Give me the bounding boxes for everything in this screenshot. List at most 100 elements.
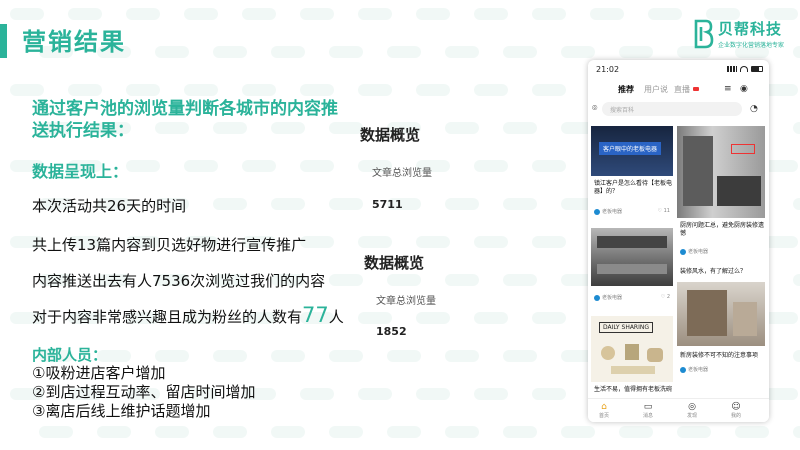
result-line-duration: 本次活动共26天的时间 (32, 197, 187, 215)
feed-card[interactable]: 新房装修不可不知的注意事项 老板电器 (677, 282, 765, 400)
watermark-tile (474, 8, 508, 20)
watermark-tile (184, 84, 218, 96)
nav-home[interactable]: ⌂ 首页 (594, 402, 614, 419)
watermark-tile (387, 350, 421, 362)
signal-icon (727, 66, 737, 72)
watermark-tile (561, 426, 595, 438)
feed-card[interactable]: 装修风水，有了解过么？ (677, 266, 765, 280)
tab-user-says[interactable]: 用户说 (644, 84, 668, 95)
watermark-tile (793, 198, 800, 210)
watermark-tile (387, 426, 421, 438)
wifi-icon (740, 66, 748, 72)
feed-card[interactable]: 老板电器 ♡ 2 (591, 228, 673, 308)
card-likes: ♡ 2 (660, 294, 670, 300)
nav-profile[interactable]: ☺ 我的 (726, 402, 746, 419)
card-title: 镇江客户是怎么看待【老板电器】的？ (594, 180, 673, 195)
card-image: 客户眼中的老板电器 (591, 126, 673, 176)
watermark-tile (126, 8, 160, 20)
watermark-tile (387, 46, 421, 58)
tab-live[interactable]: 直播 (674, 84, 690, 95)
stats-title: 数据概览 (364, 254, 425, 272)
watermark-tile (445, 46, 479, 58)
watermark-tile (39, 426, 73, 438)
location-icon[interactable]: ⌾ (592, 104, 597, 114)
watermark-tile (474, 84, 508, 96)
watermark-tile (503, 122, 537, 134)
watermark-tile (329, 350, 363, 362)
title-accent-bar (0, 24, 7, 58)
watermark-tile (503, 426, 537, 438)
watermark-tile (329, 274, 363, 286)
watermark-tile (619, 46, 653, 58)
menu-icon[interactable]: ≡ (724, 84, 732, 94)
feed-card[interactable]: 客户眼中的老板电器 镇江客户是怎么看待【老板电器】的？ 老板电器 ♡ 11 (591, 126, 673, 220)
watermark-tile (184, 8, 218, 20)
slide-title: 营销结果 (22, 28, 126, 56)
result-line-fans: 对于内容非常感兴趣且成为粉丝的人数有77人 (32, 303, 344, 327)
watermark-tile (358, 312, 392, 324)
internal-item: ③离店后线上维护话题增加 (32, 402, 211, 420)
stats-label: 文章总浏览量 (376, 296, 436, 307)
company-logo: 贝帮科技 企业数字化营销落地专家 (692, 18, 784, 49)
watermark-tile (793, 122, 800, 134)
watermark-tile (445, 426, 479, 438)
watermark-tile (242, 8, 276, 20)
watermark-tile (416, 388, 450, 400)
card-banner: 客户眼中的老板电器 (599, 142, 662, 155)
watermark-tile (300, 388, 334, 400)
bell-icon[interactable]: ◔ (750, 104, 758, 114)
logo-name: 贝帮科技 (718, 20, 783, 38)
watermark-tile (300, 8, 334, 20)
feed-card[interactable] (677, 126, 765, 218)
watermark-tile (474, 388, 508, 400)
watermark-tile (358, 388, 392, 400)
watermark-tile (10, 8, 44, 20)
watermark-tile (329, 198, 363, 210)
watermark-tile (97, 426, 131, 438)
watermark-tile (474, 160, 508, 172)
phone-screenshot: 21:02 推荐 用户说 直播 ≡ ◉ ⌾ 搜索百科 ◔ 客户眼中的老板电器 镇… (588, 60, 769, 422)
watermark-tile (677, 426, 711, 438)
stats-value: 1852 (376, 325, 407, 338)
status-time: 21:02 (596, 65, 620, 74)
watermark-tile (242, 84, 276, 96)
watermark-tile (764, 160, 798, 172)
card-author: 老板电器 (680, 248, 708, 255)
fans-prefix: 对于内容非常感兴趣且成为粉丝的人数有 (32, 308, 303, 326)
watermark-tile (503, 198, 537, 210)
watermark-tile (329, 46, 363, 58)
watermark-tile (764, 84, 798, 96)
watermark-tile (155, 46, 189, 58)
nav-messages[interactable]: ▭ 消息 (638, 402, 658, 419)
watermark-tile (213, 350, 247, 362)
target-icon[interactable]: ◉ (740, 84, 748, 94)
bottom-nav: ⌂ 首页 ▭ 消息 ◎ 发现 ☺ 我的 (588, 398, 769, 422)
watermark-tile (155, 426, 189, 438)
author-avatar (594, 294, 600, 301)
watermark-tile (793, 350, 800, 362)
watermark-tile (271, 350, 305, 362)
watermark-tile (445, 198, 479, 210)
feed-card[interactable]: 厨房问题汇总，避免厨房装修遗憾 老板电器 (677, 220, 765, 262)
watermark-tile (532, 312, 566, 324)
watermark-tile (416, 312, 450, 324)
tab-recommend[interactable]: 推荐 (618, 84, 634, 95)
live-badge (693, 87, 699, 91)
search-input[interactable]: 搜索百科 (602, 102, 742, 116)
card-author: 老板电器 (680, 366, 708, 373)
watermark-tile (445, 274, 479, 286)
watermark-tile (503, 350, 537, 362)
feed-card[interactable]: DAILY SHARING 生活不易，值得拥有老板洗碗 (591, 316, 673, 398)
watermark-tile (503, 274, 537, 286)
battery-icon (751, 66, 763, 72)
watermark-tile (532, 8, 566, 20)
nav-discover[interactable]: ◎ 发现 (682, 402, 702, 419)
watermark-tile (126, 160, 160, 172)
card-author: 老板电器 (594, 294, 622, 301)
data-heading: 数据呈现上： (32, 162, 129, 181)
logo-tagline: 企业数字化营销落地专家 (718, 42, 785, 49)
headline: 通过客户池的浏览量判断各城市的内容推送执行结果： (32, 99, 338, 141)
logo-icon (692, 19, 714, 49)
fans-suffix: 人 (328, 308, 344, 326)
result-line-posts: 共上传13篇内容到贝选好物进行宣传推广 (32, 236, 307, 254)
